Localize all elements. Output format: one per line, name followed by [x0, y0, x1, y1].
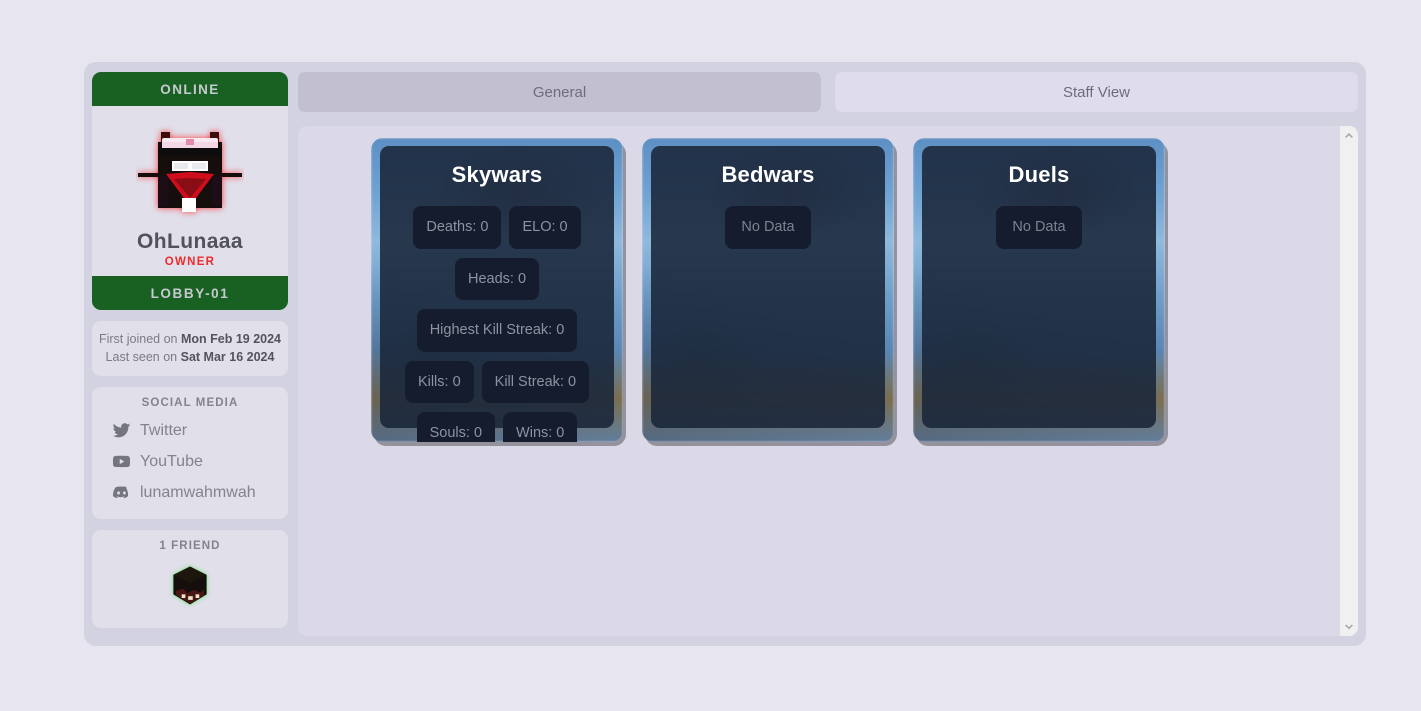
- stat-elo[interactable]: ELO: 0: [509, 206, 581, 249]
- game-card-duels[interactable]: Duels No Data: [913, 138, 1165, 442]
- server-badge: LOBBY-01: [92, 276, 288, 311]
- last-seen-value: Sat Mar 16 2024: [180, 350, 275, 365]
- profile-sidebar: ONLINE OhLunaaa OWNER LOBBY-01 First joi…: [92, 72, 288, 639]
- no-data-badge-duels: No Data: [996, 206, 1082, 249]
- first-joined-row: First joined on Mon Feb 19 2024: [98, 330, 282, 348]
- card-title-duels: Duels: [1008, 162, 1070, 187]
- stat-heads[interactable]: Heads: 0: [454, 257, 540, 300]
- rank-badge: OWNER: [164, 256, 216, 269]
- friend-avatar[interactable]: [165, 561, 215, 616]
- friend-avatar-svg: [173, 566, 207, 605]
- stat-highest-kill-streak[interactable]: Highest Kill Streak: 0: [416, 309, 578, 352]
- content-area: General Staff View Skywars Deaths: 0 ELO…: [298, 72, 1358, 636]
- stats-panel: Skywars Deaths: 0 ELO: 0 Heads: 0 Highes…: [298, 126, 1358, 636]
- game-card-bedwars[interactable]: Bedwars No Data: [642, 138, 894, 442]
- card-inner-duels: Duels No Data: [922, 146, 1156, 428]
- profile-window: ONLINE OhLunaaa OWNER LOBBY-01 First joi…: [84, 62, 1366, 646]
- friend-avatar-list: [92, 558, 288, 616]
- social-link-discord[interactable]: lunamwahmwah: [112, 477, 288, 508]
- no-data-wrap-duels: No Data: [934, 206, 1144, 249]
- identity-card: ONLINE OhLunaaa OWNER LOBBY-01: [92, 72, 288, 311]
- avatar-svg: [138, 132, 242, 212]
- social-media-list: Twitter YouTube lunamwahmwah: [92, 415, 288, 519]
- last-seen-row: Last seen on Sat Mar 16 2024: [98, 348, 282, 366]
- vertical-scrollbar[interactable]: [1340, 126, 1358, 636]
- stat-kills[interactable]: Kills: 0: [404, 360, 474, 403]
- dates-card: First joined on Mon Feb 19 2024 Last see…: [92, 321, 288, 377]
- tab-general[interactable]: General: [298, 72, 821, 112]
- chevron-down-icon[interactable]: [1340, 618, 1358, 636]
- friends-count-title: 1 FRIEND: [159, 540, 221, 553]
- stat-deaths[interactable]: Deaths: 0: [413, 206, 502, 249]
- stat-kill-streak[interactable]: Kill Streak: 0: [481, 360, 590, 403]
- game-cards-row: Skywars Deaths: 0 ELO: 0 Heads: 0 Highes…: [298, 138, 1340, 442]
- identity-body: OhLunaaa OWNER: [92, 106, 288, 276]
- game-card-skywars[interactable]: Skywars Deaths: 0 ELO: 0 Heads: 0 Highes…: [371, 138, 623, 442]
- friends-card: 1 FRIEND: [92, 530, 288, 629]
- first-joined-label: First joined on: [98, 332, 178, 347]
- social-label-youtube: YouTube: [140, 452, 203, 470]
- social-link-youtube[interactable]: YouTube: [112, 446, 288, 477]
- no-data-badge-bedwars: No Data: [725, 206, 811, 249]
- no-data-wrap-bedwars: No Data: [663, 206, 873, 249]
- tab-strip: General Staff View: [298, 72, 1358, 112]
- last-seen-label: Last seen on: [105, 350, 178, 365]
- social-label-discord: lunamwahmwah: [140, 483, 256, 501]
- social-link-twitter[interactable]: Twitter: [112, 415, 288, 446]
- player-skin-avatar[interactable]: [136, 118, 244, 226]
- card-title-bedwars: Bedwars: [721, 162, 815, 187]
- first-joined-value: Mon Feb 19 2024: [180, 332, 282, 347]
- status-badge: ONLINE: [92, 72, 288, 106]
- stat-souls[interactable]: Souls: 0: [416, 412, 496, 442]
- discord-icon: [112, 483, 131, 502]
- social-media-title: SOCIAL MEDIA: [141, 397, 239, 410]
- stat-wins[interactable]: Wins: 0: [503, 412, 578, 442]
- username: OhLunaaa: [137, 230, 243, 253]
- stats-scroll-region: Skywars Deaths: 0 ELO: 0 Heads: 0 Highes…: [298, 126, 1340, 636]
- chevron-up-icon[interactable]: [1340, 126, 1358, 144]
- tab-staff-view[interactable]: Staff View: [835, 72, 1358, 112]
- twitter-icon: [112, 421, 131, 440]
- card-title-skywars: Skywars: [451, 162, 543, 187]
- social-media-card: SOCIAL MEDIA Twitter YouTube lunamwahmwa…: [92, 387, 288, 520]
- social-label-twitter: Twitter: [140, 421, 188, 439]
- youtube-icon: [112, 452, 131, 471]
- stats-grid-skywars: Deaths: 0 ELO: 0 Heads: 0 Highest Kill S…: [392, 206, 602, 442]
- card-inner-skywars: Skywars Deaths: 0 ELO: 0 Heads: 0 Highes…: [380, 146, 614, 442]
- card-inner-bedwars: Bedwars No Data: [651, 146, 885, 428]
